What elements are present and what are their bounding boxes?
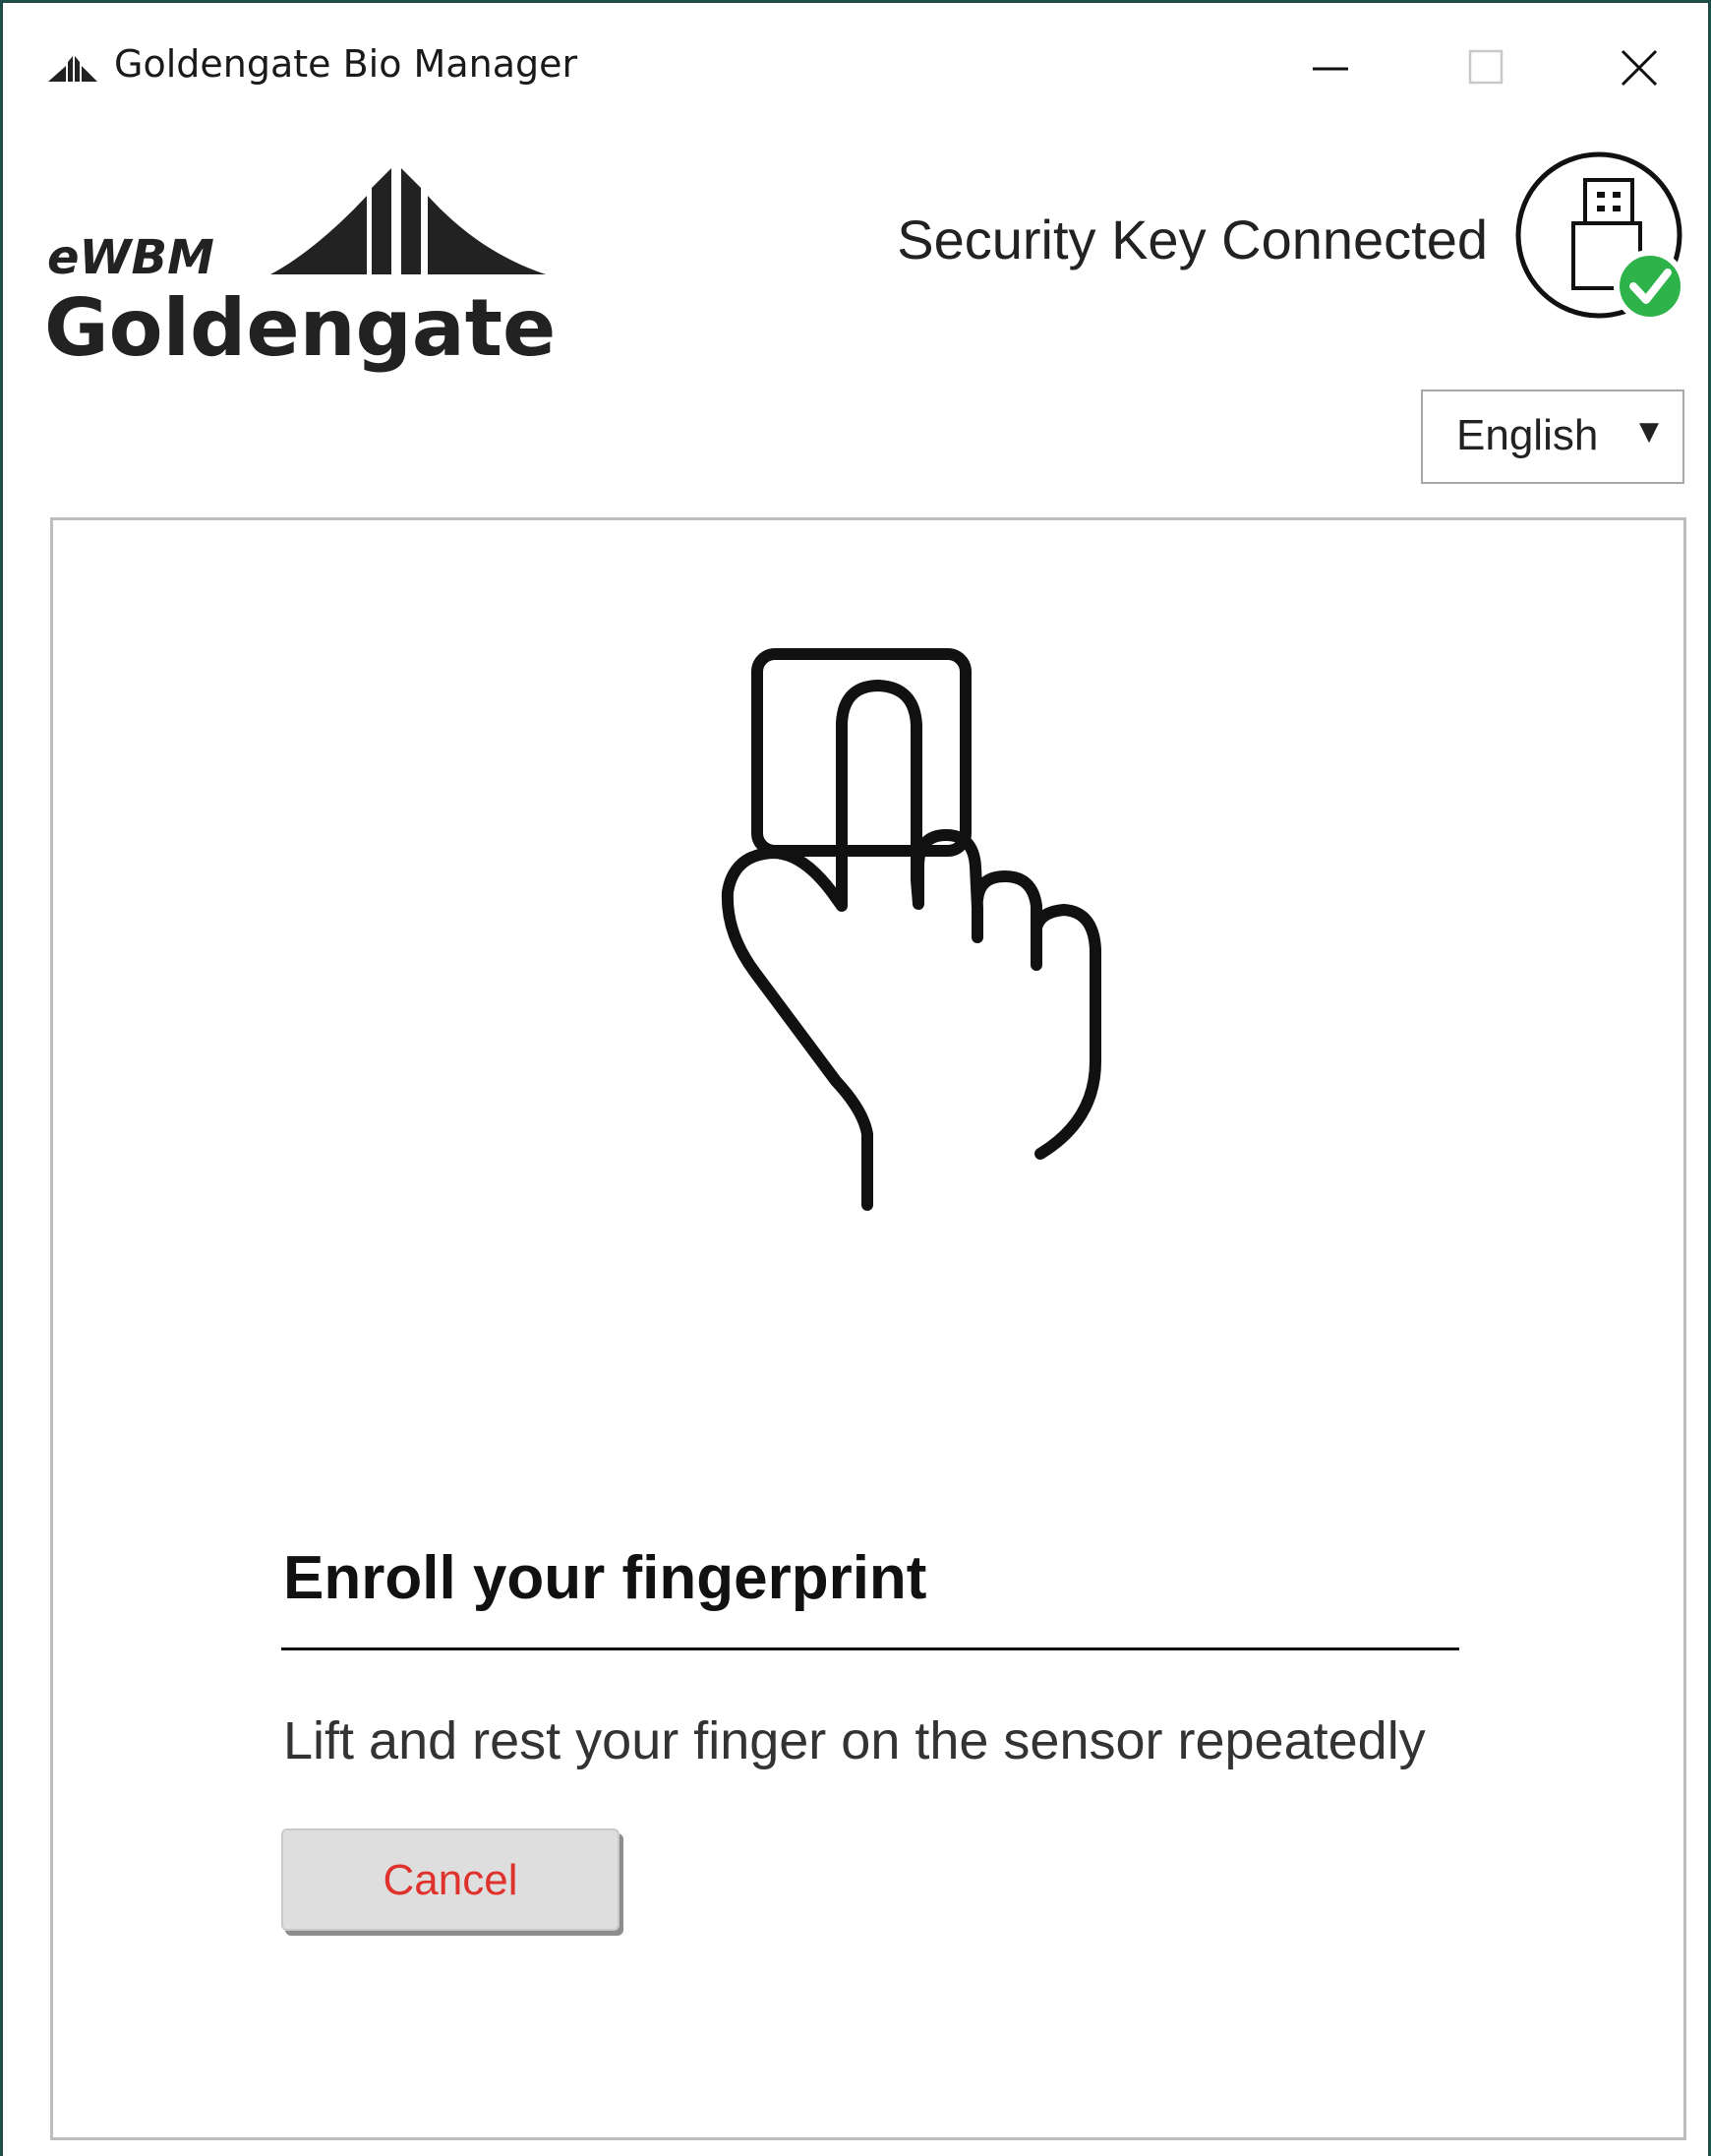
maximize-icon [1468, 49, 1504, 85]
window-title: Goldengate Bio Manager [114, 42, 578, 86]
enroll-instruction: Lift and rest your finger on the sensor … [283, 1711, 1426, 1770]
svg-text:eWBM: eWBM [47, 230, 214, 285]
mountain-logo-icon [48, 56, 97, 82]
finger-touch-sensor-icon [721, 648, 1101, 1211]
maximize-button[interactable] [1446, 32, 1525, 105]
usb-key-connected-icon [1515, 151, 1686, 323]
svg-text:Goldengate: Goldengate [44, 282, 556, 374]
minimize-icon [1313, 67, 1348, 71]
ewbm-goldengate-logo: eWBM Goldengate [44, 168, 556, 374]
title-divider [281, 1647, 1459, 1650]
close-button[interactable] [1601, 32, 1680, 105]
cancel-button-label: Cancel [383, 1856, 518, 1904]
close-icon [1621, 49, 1658, 87]
enroll-title: Enroll your fingerprint [283, 1544, 927, 1612]
cancel-button[interactable]: Cancel [281, 1828, 620, 1931]
connection-status: Security Key Connected [897, 209, 1488, 270]
dropdown-arrow-icon: ▼ [1639, 417, 1659, 447]
app-window: Goldengate Bio Manager eWBM Goldengate S… [0, 0, 1711, 2156]
language-dropdown[interactable]: English ▼ [1421, 389, 1684, 484]
title-bar[interactable]: Goldengate Bio Manager [3, 3, 1708, 131]
enroll-panel: Enroll your fingerprint Lift and rest yo… [50, 517, 1686, 2140]
minimize-button[interactable] [1291, 32, 1370, 105]
language-selected: English [1456, 411, 1599, 459]
